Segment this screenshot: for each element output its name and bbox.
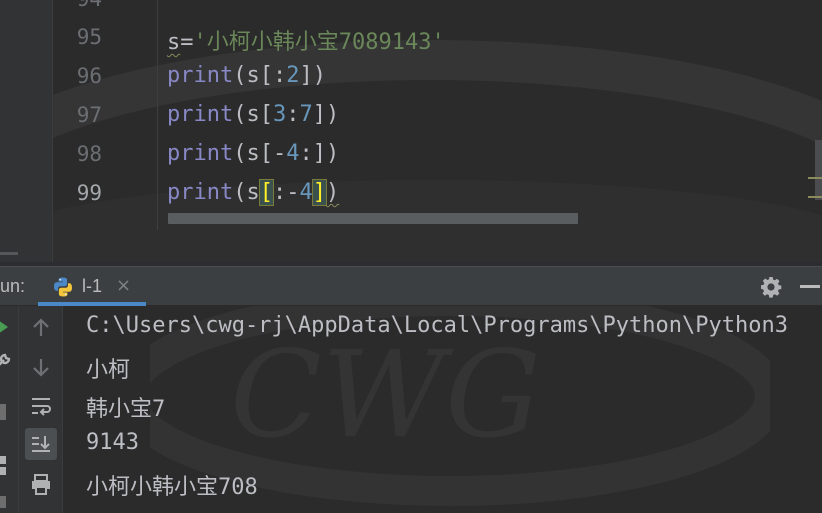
- console-toolbar: [19, 306, 63, 513]
- code-editor[interactable]: 94 95 s='小柯小韩小宝7089143' 96 print(s[:2]) …: [0, 0, 822, 262]
- console-output-line: 小柯小韩小宝708: [86, 475, 258, 500]
- tab-label: l-1: [82, 276, 103, 296]
- code-line-95[interactable]: s='小柯小韩小宝7089143': [167, 24, 445, 56]
- run-actions-toolbar: [0, 306, 19, 513]
- line-number-gutter: [0, 0, 53, 262]
- vertical-scrollbar[interactable]: [815, 140, 822, 200]
- close-icon[interactable]: ×: [116, 275, 131, 296]
- code-line-96[interactable]: print(s[:2]): [167, 63, 326, 88]
- up-arrow-icon[interactable]: [25, 312, 57, 344]
- line-number: 97: [76, 103, 102, 127]
- code-line-98[interactable]: print(s[-4:]): [167, 141, 339, 166]
- console-output-line: 9143: [86, 430, 139, 455]
- error-stripe-marker[interactable]: [808, 177, 822, 179]
- gear-icon[interactable]: [759, 275, 783, 299]
- console-output-line: 小柯: [86, 358, 131, 383]
- python-icon: [54, 277, 72, 297]
- tab-run-configuration[interactable]: l-1 ×: [38, 267, 146, 306]
- run-panel-label: un:: [0, 276, 26, 296]
- svg-text:CWG: CWG: [230, 326, 541, 465]
- wrench-icon[interactable]: [0, 352, 12, 368]
- minimize-icon[interactable]: [800, 285, 820, 288]
- horizontal-scrollbar[interactable]: [168, 213, 578, 224]
- splitter-handle[interactable]: [0, 252, 18, 255]
- line-number: 95: [76, 25, 102, 49]
- soft-wrap-icon[interactable]: [25, 390, 57, 422]
- run-console[interactable]: CWG C:\Users\cwg-rj\AppData\Local\Progra…: [0, 306, 822, 513]
- code-line-99[interactable]: print(s[:-4]): [167, 179, 339, 206]
- line-number: 96: [76, 64, 102, 88]
- console-output-line: C:\Users\cwg-rj\AppData\Local\Programs\P…: [86, 313, 788, 338]
- error-stripe-marker[interactable]: [808, 196, 822, 198]
- code-line-97[interactable]: print(s[3:7]): [167, 102, 339, 127]
- line-number: 98: [76, 142, 102, 166]
- rerun-icon[interactable]: [0, 320, 10, 334]
- scroll-to-end-icon[interactable]: [25, 428, 57, 460]
- exit-icon[interactable]: [0, 496, 10, 508]
- run-tool-window-header: un: l-1 ×: [0, 266, 822, 306]
- line-number: 94: [62, 0, 102, 11]
- stop-icon[interactable]: [0, 404, 8, 420]
- indent-guide: [157, 0, 158, 230]
- console-output-line: 韩小宝7: [86, 397, 166, 422]
- print-icon[interactable]: [25, 468, 57, 500]
- layout-icon[interactable]: [0, 456, 9, 476]
- down-arrow-icon[interactable]: [25, 351, 57, 383]
- line-number-current: 99: [76, 181, 102, 205]
